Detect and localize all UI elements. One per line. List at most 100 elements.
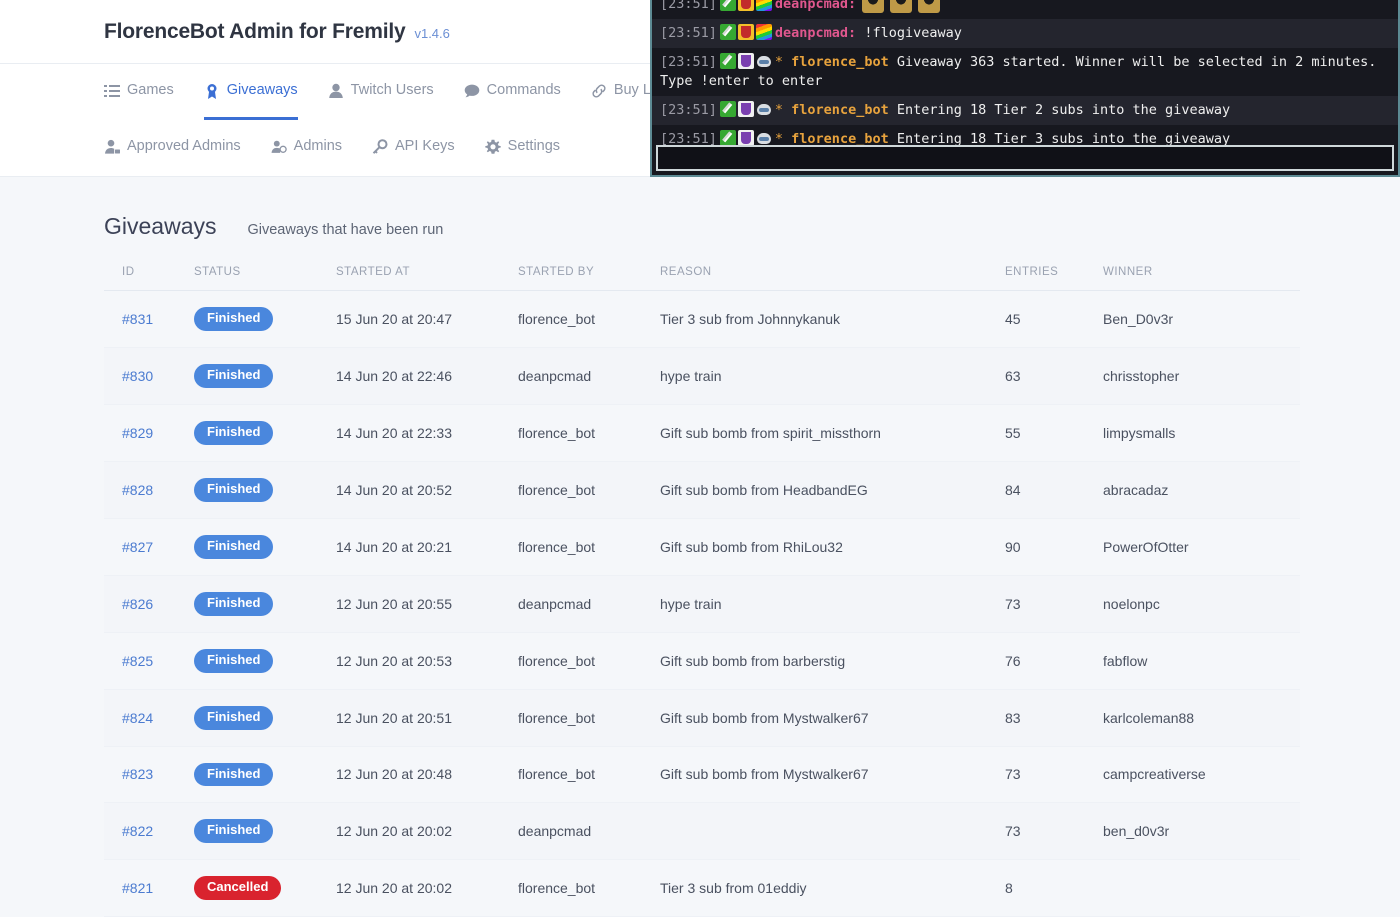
cell-id: #830 — [104, 347, 194, 405]
cell-winner: chrisstopher — [1103, 347, 1300, 405]
table-row[interactable]: #829 Finished 14 Jun 20 at 22:33 florence_b… — [104, 404, 1300, 462]
cell-started-at: 12 Jun 20 at 20:53 — [336, 632, 518, 690]
cell-status: Finished — [194, 575, 336, 633]
cell-started-at: 14 Jun 20 at 22:46 — [336, 347, 518, 405]
table-header-row: ID STATUS STARTED AT STARTED BY REASON E… — [104, 258, 1300, 291]
table-row[interactable]: #824 Finished 12 Jun 20 at 20:51 florence_b… — [104, 689, 1300, 747]
link-icon — [591, 83, 607, 99]
chat-badge-group — [719, 24, 772, 41]
cell-reason: Gift sub bomb from Mystwalker67 — [660, 689, 1005, 747]
tab-settings[interactable]: Settings — [484, 120, 561, 176]
cell-reason: Gift sub bomb from RhiLou32 — [660, 518, 1005, 576]
chat-badge-group — [719, 130, 772, 147]
chat-message-list: [23:51] deanpcmad: [23:51] deanpcmad: !flog… — [652, 0, 1398, 154]
cell-entries: 83 — [1005, 689, 1103, 747]
sword-badge-icon — [719, 53, 736, 70]
giveaway-id-link[interactable]: #827 — [122, 539, 153, 555]
gear-icon — [484, 139, 501, 155]
main-content: Giveaways Giveaways that have been run I… — [0, 177, 1400, 917]
chat-message: [23:51] * florence_bot Giveaway 363 start… — [652, 48, 1398, 95]
cell-started-at: 15 Jun 20 at 20:47 — [336, 290, 518, 348]
bot-badge-icon — [756, 130, 772, 146]
giveaway-id-link[interactable]: #825 — [122, 653, 153, 669]
status-badge: Finished — [194, 420, 274, 445]
chat-timestamp: [23:51] — [660, 101, 717, 118]
status-badge: Finished — [194, 705, 274, 730]
tab-commands-label: Commands — [486, 82, 561, 99]
tab-settings-label: Settings — [507, 138, 561, 155]
giveaway-id-link[interactable]: #823 — [122, 766, 153, 782]
table-row[interactable]: #822 Finished 12 Jun 20 at 20:02 deanpcmad 7… — [104, 802, 1300, 861]
cell-reason: Gift sub bomb from Mystwalker67 — [660, 746, 1005, 804]
giveaway-id-link[interactable]: #831 — [122, 311, 153, 327]
table-row[interactable]: #830 Finished 14 Jun 20 at 22:46 deanpcmad h… — [104, 347, 1300, 405]
cell-winner: abracadaz — [1103, 461, 1300, 519]
chat-input[interactable] — [656, 145, 1394, 171]
cell-entries: 55 — [1005, 404, 1103, 462]
status-badge: Finished — [194, 591, 274, 616]
cell-winner: campcreativerse — [1103, 746, 1300, 804]
tab-giveaways[interactable]: Giveaways — [203, 64, 298, 120]
cell-status: Finished — [194, 404, 336, 462]
comment-icon — [464, 83, 480, 99]
chat-timestamp: [23:51] — [660, 0, 717, 12]
column-header-reason: REASON — [660, 258, 1005, 291]
chat-username[interactable]: florence_bot — [791, 102, 889, 118]
chat-username[interactable]: florence_bot — [791, 54, 889, 70]
giveaway-id-link[interactable]: #821 — [122, 880, 153, 896]
giveaway-id-link[interactable]: #829 — [122, 425, 153, 441]
cell-winner — [1103, 859, 1300, 917]
cell-started-by: florence_bot — [518, 404, 660, 462]
sword-badge-icon — [719, 0, 736, 11]
chat-username[interactable]: deanpcmad: — [775, 25, 856, 41]
chat-badge-group — [719, 100, 772, 117]
giveaway-id-link[interactable]: #828 — [122, 482, 153, 498]
column-header-started-at: STARTED AT — [336, 258, 518, 291]
cell-status: Finished — [194, 746, 336, 804]
chat-username[interactable]: deanpcmad: — [775, 0, 856, 12]
chat-timestamp: [23:51] — [660, 25, 717, 42]
status-badge: Finished — [194, 477, 274, 502]
cell-started-at: 12 Jun 20 at 20:51 — [336, 689, 518, 747]
key-icon — [372, 138, 388, 155]
cell-winner: karlcoleman88 — [1103, 689, 1300, 747]
tab-api-keys[interactable]: API Keys — [372, 120, 455, 176]
table-row[interactable]: #827 Finished 14 Jun 20 at 20:21 florence_b… — [104, 518, 1300, 576]
chat-message: [23:51] deanpcmad: — [652, 0, 1398, 19]
table-row[interactable]: #825 Finished 12 Jun 20 at 20:53 florence_b… — [104, 632, 1300, 690]
table-row[interactable]: #823 Finished 12 Jun 20 at 20:48 florence_b… — [104, 746, 1300, 804]
giveaway-id-link[interactable]: #830 — [122, 368, 153, 384]
giveaway-id-link[interactable]: #822 — [122, 823, 153, 839]
cell-entries: 84 — [1005, 461, 1103, 519]
cell-started-by: florence_bot — [518, 290, 660, 348]
tab-commands[interactable]: Commands — [464, 64, 561, 120]
table-row[interactable]: #826 Finished 12 Jun 20 at 20:55 deanpcmad h… — [104, 575, 1300, 633]
chat-emote-group — [862, 0, 941, 13]
cell-winner: fabflow — [1103, 632, 1300, 690]
twitch-chat-overlay[interactable]: [23:51] deanpcmad: [23:51] deanpcmad: !flog… — [650, 0, 1400, 177]
cell-reason: hype train — [660, 575, 1005, 633]
cell-entries: 63 — [1005, 347, 1103, 405]
cell-status: Finished — [194, 347, 336, 405]
cell-started-at: 12 Jun 20 at 20:02 — [336, 859, 518, 917]
table-row[interactable]: #831 Finished 15 Jun 20 at 20:47 florence_b… — [104, 290, 1300, 348]
giveaway-id-link[interactable]: #824 — [122, 710, 153, 726]
cell-started-by: florence_bot — [518, 518, 660, 576]
tab-admins[interactable]: Admins — [271, 120, 342, 176]
cell-id: #824 — [104, 689, 194, 747]
tab-approved-admins-label: Approved Admins — [127, 138, 241, 155]
cell-entries: 76 — [1005, 632, 1103, 690]
cell-id: #821 — [104, 859, 194, 917]
tab-twitch-users[interactable]: Twitch Users — [328, 64, 434, 120]
cell-started-at: 12 Jun 20 at 20:02 — [336, 802, 518, 861]
cell-started-by: florence_bot — [518, 859, 660, 917]
cell-reason: Gift sub bomb from barberstig — [660, 632, 1005, 690]
table-row[interactable]: #821 Cancelled 12 Jun 20 at 20:02 florence_… — [104, 859, 1300, 917]
tab-games[interactable]: Games — [104, 64, 174, 120]
tab-approved-admins[interactable]: Approved Admins — [104, 120, 241, 176]
status-badge: Finished — [194, 363, 274, 388]
giveaway-id-link[interactable]: #826 — [122, 596, 153, 612]
cell-started-by: florence_bot — [518, 461, 660, 519]
column-header-entries: ENTRIES — [1005, 258, 1103, 291]
table-row[interactable]: #828 Finished 14 Jun 20 at 20:52 florence_b… — [104, 461, 1300, 519]
